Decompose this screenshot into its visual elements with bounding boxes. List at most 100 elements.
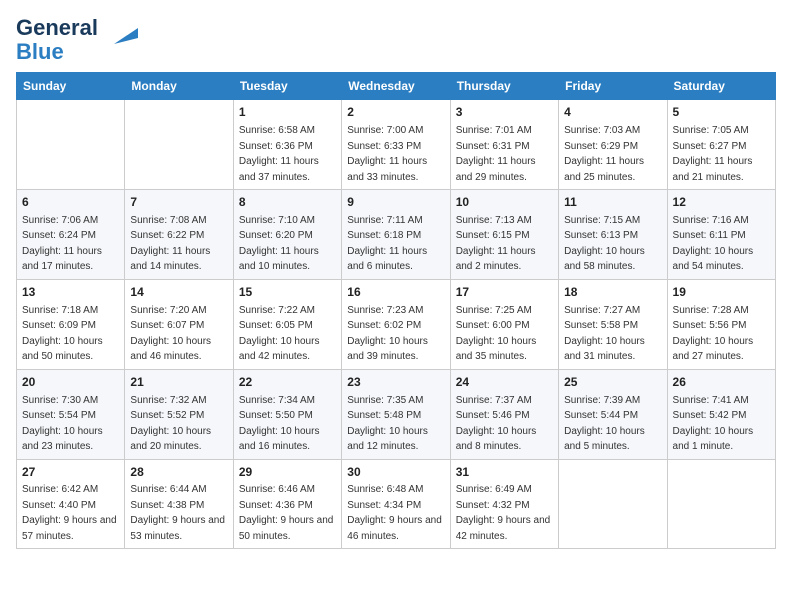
day-info: Sunrise: 7:22 AM Sunset: 6:05 PM Dayligh… [239,305,320,363]
day-info: Sunrise: 7:11 AM Sunset: 6:18 PM Dayligh… [347,215,427,273]
day-number: 26 [673,374,770,391]
calendar-cell: 19 Sunrise: 7:28 AM Sunset: 5:56 PM Dayli… [667,279,775,369]
calendar-cell: 27 Sunrise: 6:42 AM Sunset: 4:40 PM Dayli… [17,459,125,549]
day-number: 11 [564,194,661,211]
day-number: 31 [456,464,553,481]
day-info: Sunrise: 7:39 AM Sunset: 5:44 PM Dayligh… [564,395,645,453]
calendar-week-row: 27 Sunrise: 6:42 AM Sunset: 4:40 PM Dayli… [17,459,776,549]
day-info: Sunrise: 7:10 AM Sunset: 6:20 PM Dayligh… [239,215,319,273]
calendar-cell: 22 Sunrise: 7:34 AM Sunset: 5:50 PM Dayli… [233,369,341,459]
day-info: Sunrise: 7:20 AM Sunset: 6:07 PM Dayligh… [130,305,211,363]
day-info: Sunrise: 7:23 AM Sunset: 6:02 PM Dayligh… [347,305,428,363]
day-number: 23 [347,374,444,391]
calendar-cell: 6Sunrise: 7:06 AM Sunset: 6:24 PM Daylig… [17,190,125,280]
day-info: Sunrise: 7:41 AM Sunset: 5:42 PM Dayligh… [673,395,754,453]
day-number: 3 [456,104,553,121]
header: GeneralBlue [16,16,776,64]
logo-text: GeneralBlue [16,16,98,64]
calendar-cell: 20 Sunrise: 7:30 AM Sunset: 5:54 PM Dayli… [17,369,125,459]
logo-icon [106,20,138,52]
calendar-cell: 11Sunrise: 7:15 AM Sunset: 6:13 PM Dayli… [559,190,667,280]
day-number: 24 [456,374,553,391]
day-number: 9 [347,194,444,211]
day-number: 6 [22,194,119,211]
calendar-cell: 25 Sunrise: 7:39 AM Sunset: 5:44 PM Dayli… [559,369,667,459]
calendar-week-row: 13 Sunrise: 7:18 AM Sunset: 6:09 PM Dayli… [17,279,776,369]
calendar-week-row: 6Sunrise: 7:06 AM Sunset: 6:24 PM Daylig… [17,190,776,280]
day-number: 13 [22,284,119,301]
day-info: Sunrise: 7:32 AM Sunset: 5:52 PM Dayligh… [130,395,211,453]
day-number: 29 [239,464,336,481]
calendar-cell: 28Sunrise: 6:44 AM Sunset: 4:38 PM Dayli… [125,459,233,549]
day-number: 1 [239,104,336,121]
calendar-header-row: SundayMondayTuesdayWednesdayThursdayFrid… [17,73,776,100]
day-number: 15 [239,284,336,301]
day-number: 18 [564,284,661,301]
day-info: Sunrise: 7:34 AM Sunset: 5:50 PM Dayligh… [239,395,320,453]
calendar-cell [559,459,667,549]
calendar-cell: 2 Sunrise: 7:00 AM Sunset: 6:33 PM Daylig… [342,100,450,190]
calendar-cell [17,100,125,190]
day-header: Thursday [450,73,558,100]
day-number: 21 [130,374,227,391]
day-number: 25 [564,374,661,391]
day-info: Sunrise: 7:01 AM Sunset: 6:31 PM Dayligh… [456,125,536,183]
day-number: 27 [22,464,119,481]
calendar-cell: 9 Sunrise: 7:11 AM Sunset: 6:18 PM Daylig… [342,190,450,280]
calendar-cell: 18 Sunrise: 7:27 AM Sunset: 5:58 PM Dayli… [559,279,667,369]
day-info: Sunrise: 7:00 AM Sunset: 6:33 PM Dayligh… [347,125,427,183]
logo: GeneralBlue [16,16,138,64]
day-number: 16 [347,284,444,301]
day-info: Sunrise: 6:42 AM Sunset: 4:40 PM Dayligh… [22,484,117,542]
day-header: Sunday [17,73,125,100]
day-number: 28 [130,464,227,481]
day-info: Sunrise: 7:28 AM Sunset: 5:56 PM Dayligh… [673,305,754,363]
calendar-cell: 8 Sunrise: 7:10 AM Sunset: 6:20 PM Daylig… [233,190,341,280]
day-info: Sunrise: 7:13 AM Sunset: 6:15 PM Dayligh… [456,215,536,273]
day-info: Sunrise: 7:18 AM Sunset: 6:09 PM Dayligh… [22,305,103,363]
calendar-cell: 10 Sunrise: 7:13 AM Sunset: 6:15 PM Dayli… [450,190,558,280]
day-number: 19 [673,284,770,301]
day-info: Sunrise: 6:48 AM Sunset: 4:34 PM Dayligh… [347,484,442,542]
day-number: 5 [673,104,770,121]
calendar-cell: 29 Sunrise: 6:46 AM Sunset: 4:36 PM Dayli… [233,459,341,549]
calendar-week-row: 20 Sunrise: 7:30 AM Sunset: 5:54 PM Dayli… [17,369,776,459]
day-info: Sunrise: 7:16 AM Sunset: 6:11 PM Dayligh… [673,215,754,273]
day-number: 20 [22,374,119,391]
day-number: 8 [239,194,336,211]
day-info: Sunrise: 7:05 AM Sunset: 6:27 PM Dayligh… [673,125,753,183]
day-info: Sunrise: 6:49 AM Sunset: 4:32 PM Dayligh… [456,484,551,542]
calendar-cell: 16 Sunrise: 7:23 AM Sunset: 6:02 PM Dayli… [342,279,450,369]
calendar-cell: 26 Sunrise: 7:41 AM Sunset: 5:42 PM Dayli… [667,369,775,459]
calendar-cell: 1 Sunrise: 6:58 AM Sunset: 6:36 PM Daylig… [233,100,341,190]
day-number: 30 [347,464,444,481]
day-number: 12 [673,194,770,211]
calendar-cell: 7Sunrise: 7:08 AM Sunset: 6:22 PM Daylig… [125,190,233,280]
calendar-cell: 14 Sunrise: 7:20 AM Sunset: 6:07 PM Dayli… [125,279,233,369]
day-header: Tuesday [233,73,341,100]
calendar-cell: 3 Sunrise: 7:01 AM Sunset: 6:31 PM Daylig… [450,100,558,190]
calendar-week-row: 1 Sunrise: 6:58 AM Sunset: 6:36 PM Daylig… [17,100,776,190]
calendar-cell: 15 Sunrise: 7:22 AM Sunset: 6:05 PM Dayli… [233,279,341,369]
calendar-cell: 23Sunrise: 7:35 AM Sunset: 5:48 PM Dayli… [342,369,450,459]
day-number: 14 [130,284,227,301]
day-info: Sunrise: 6:58 AM Sunset: 6:36 PM Dayligh… [239,125,319,183]
day-header: Wednesday [342,73,450,100]
day-info: Sunrise: 7:03 AM Sunset: 6:29 PM Dayligh… [564,125,644,183]
day-header: Monday [125,73,233,100]
day-number: 2 [347,104,444,121]
day-info: Sunrise: 6:46 AM Sunset: 4:36 PM Dayligh… [239,484,334,542]
calendar-cell: 24Sunrise: 7:37 AM Sunset: 5:46 PM Dayli… [450,369,558,459]
calendar-table: SundayMondayTuesdayWednesdayThursdayFrid… [16,72,776,549]
day-info: Sunrise: 7:30 AM Sunset: 5:54 PM Dayligh… [22,395,103,453]
calendar-cell: 21 Sunrise: 7:32 AM Sunset: 5:52 PM Dayli… [125,369,233,459]
calendar-cell: 13 Sunrise: 7:18 AM Sunset: 6:09 PM Dayli… [17,279,125,369]
calendar-cell: 5 Sunrise: 7:05 AM Sunset: 6:27 PM Daylig… [667,100,775,190]
day-info: Sunrise: 7:27 AM Sunset: 5:58 PM Dayligh… [564,305,645,363]
calendar-cell: 12 Sunrise: 7:16 AM Sunset: 6:11 PM Dayli… [667,190,775,280]
day-number: 4 [564,104,661,121]
day-header: Friday [559,73,667,100]
day-number: 17 [456,284,553,301]
day-number: 10 [456,194,553,211]
day-number: 22 [239,374,336,391]
